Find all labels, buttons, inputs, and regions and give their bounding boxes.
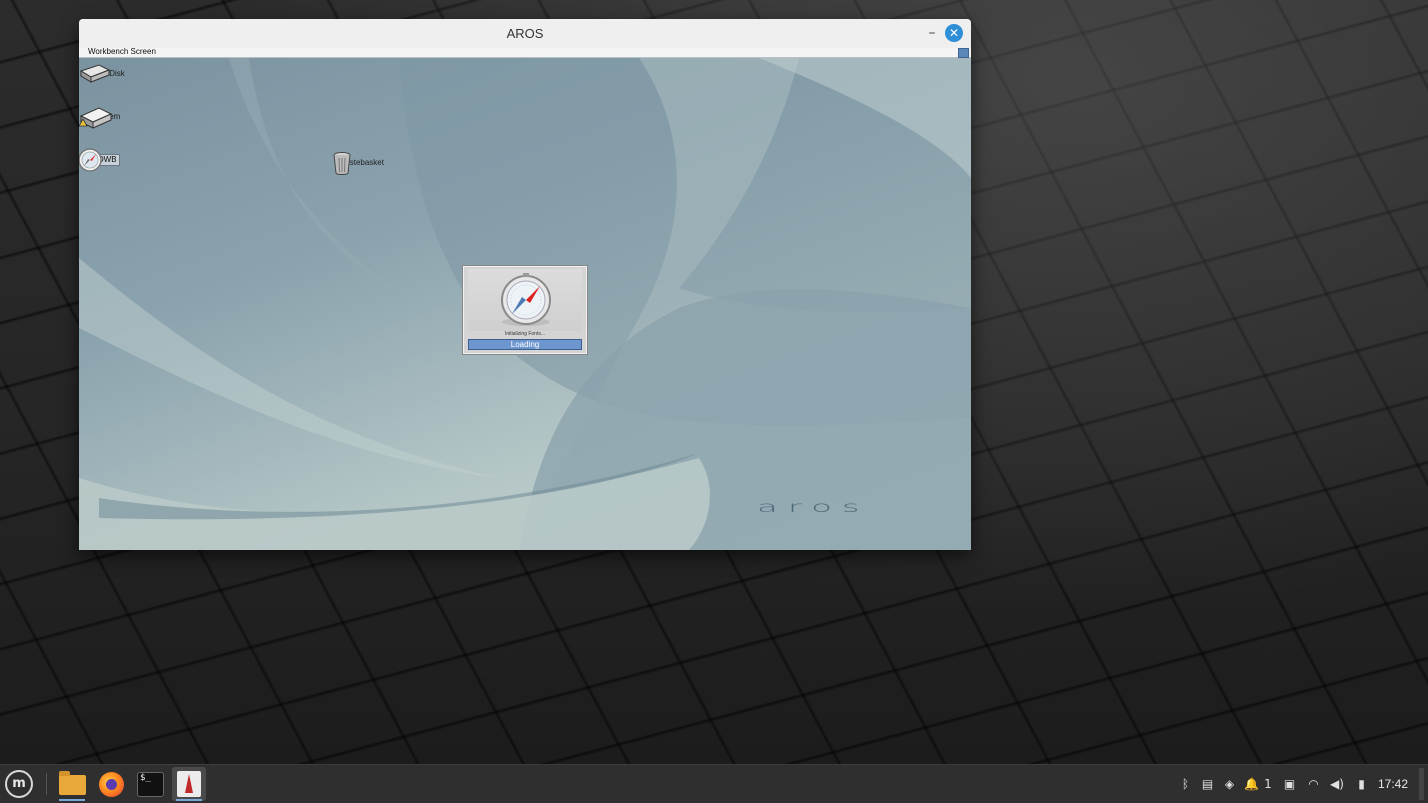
loading-progress-bar: Loading [468,339,582,350]
taskbar: m $_ ᛒ ▤ ◈ 🔔 1 ▣ ◠ ◀) ▮ 17:42 [0,764,1428,803]
taskbar-files-button[interactable] [55,767,89,801]
aros-icon [177,771,201,797]
running-indicator [59,799,85,801]
ram-disk-desktop-icon[interactable]: RAM Disk [79,61,137,83]
owb-logo-icon [501,273,551,326]
clipboard-icon[interactable]: ▤ [1200,776,1215,792]
aros-logo: aros [757,498,870,516]
wastebasket-icon [333,152,351,175]
close-button[interactable]: ✕ [945,24,963,42]
taskbar-aros-button[interactable] [172,767,206,801]
taskbar-separator [46,773,47,795]
folder-icon [59,771,86,795]
loading-splash: Initializing Fonts... Loading [463,266,587,354]
window-title: AROS [506,26,544,41]
progress-label: Loading [510,340,540,349]
owb-desktop-icon[interactable]: OWB [79,147,137,172]
volume-icon[interactable]: ◀) [1328,776,1346,792]
shield-icon[interactable]: ◈ [1222,776,1237,792]
splash-status-text: Initializing Fonts... [504,331,546,337]
aros-window[interactable]: AROS – ✕ Workbench Screen RAM Disk [79,19,971,550]
show-desktop-button[interactable] [1419,768,1424,800]
aros-backdrop: RAM Disk System OWB [79,58,971,550]
document-icon[interactable]: ▣ [1282,776,1297,792]
system-desktop-icon[interactable]: System [79,104,137,129]
wifi-icon[interactable]: ◠ [1306,776,1321,792]
system-disk-icon [79,107,113,129]
bluetooth-icon[interactable]: ᛒ [1178,776,1193,792]
running-indicator [176,799,202,801]
clock[interactable]: 17:42 [1378,765,1408,803]
workbench-screen-label: Workbench Screen [88,47,156,56]
owb-icon [79,148,102,172]
firefox-icon [99,772,124,797]
terminal-icon: $_ [137,772,164,797]
mint-menu-icon[interactable]: m [5,770,33,798]
wastebasket-desktop-icon[interactable]: Wastebasket [331,150,391,175]
notifications-icon[interactable]: 🔔 [1244,776,1259,792]
window-titlebar[interactable]: AROS – ✕ [79,19,971,49]
screen-depth-gadget[interactable] [958,48,969,58]
taskbar-firefox-button[interactable] [94,767,128,801]
ram-disk-icon [79,64,111,83]
workbench-screen-bar[interactable]: Workbench Screen [79,47,971,58]
minimize-button[interactable]: – [922,23,942,43]
splash-logo-area [468,269,582,331]
battery-icon[interactable]: ▮ [1354,776,1369,792]
taskbar-terminal-button[interactable]: $_ [133,767,167,801]
notifications-count: 1 [1264,777,1272,791]
